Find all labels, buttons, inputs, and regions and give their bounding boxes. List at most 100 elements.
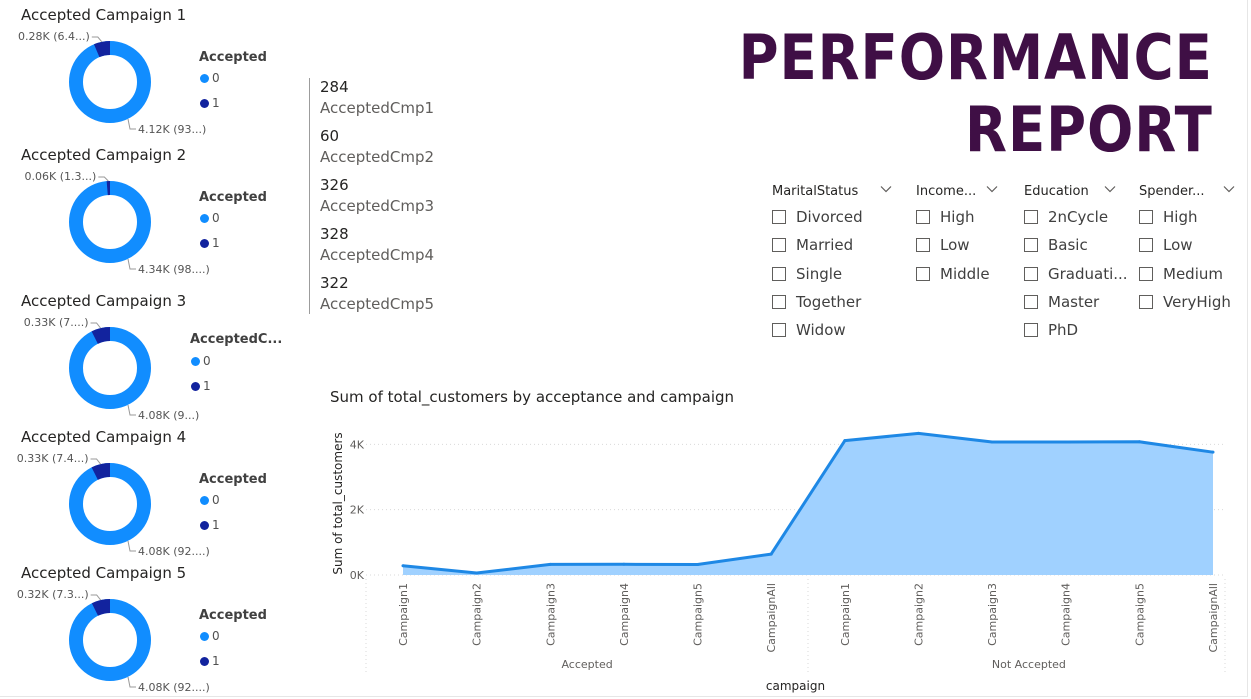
- chevron-down-icon[interactable]: [880, 183, 892, 199]
- checkbox[interactable]: [1024, 238, 1038, 253]
- legend-label: 0: [212, 71, 220, 85]
- slicer-education: Education 2nCycle Basic Graduati... Master Ph…: [1024, 184, 1128, 339]
- chevron-down-icon[interactable]: [1104, 183, 1116, 199]
- x-tick-label: Campaign4: [618, 583, 631, 646]
- x-tick-label: Campaign4: [1060, 583, 1073, 646]
- slicer-option[interactable]: Low: [1139, 236, 1193, 254]
- data-point: [1064, 440, 1068, 444]
- x-tick-label: Campaign2: [471, 583, 484, 646]
- legend-label: 1: [212, 96, 220, 110]
- data-point: [475, 571, 479, 575]
- kpi-card: 328 AcceptedCmp4: [320, 225, 434, 264]
- slicer-option[interactable]: VeryHigh: [1139, 293, 1231, 311]
- donut-slice-1: [93, 41, 111, 58]
- legend-marker: [200, 632, 209, 641]
- legend-item-0[interactable]: 0: [200, 493, 220, 507]
- x-tick-label: Campaign1: [397, 583, 410, 646]
- leader-line: [127, 404, 136, 416]
- checkbox[interactable]: [772, 323, 786, 338]
- legend-item-1[interactable]: 1: [200, 654, 220, 668]
- legend-item-1[interactable]: 1: [200, 518, 220, 532]
- checkbox[interactable]: [916, 210, 930, 224]
- area-chart[interactable]: 0K 2K 4K Campaign1 Campaign2 Campaign3 Campaig…: [320, 378, 1240, 698]
- checkbox[interactable]: [1024, 323, 1038, 338]
- legend-marker: [200, 496, 209, 505]
- slicer-header[interactable]: Income...: [916, 184, 998, 199]
- legend-marker: [200, 99, 209, 108]
- checkbox[interactable]: [772, 266, 786, 281]
- slicer-option[interactable]: Graduati...: [1024, 265, 1128, 283]
- checkbox[interactable]: [1139, 210, 1153, 224]
- chevron-down-icon[interactable]: [986, 183, 998, 199]
- y-tick-label: 4K: [350, 438, 365, 451]
- data-point: [401, 564, 405, 568]
- donut-card-3[interactable]: Accepted Campaign 3 0.33K (7....) 4.08K (9…: [0, 286, 300, 422]
- donut-card-1[interactable]: Accepted Campaign 1 0.28K (6.4...) 4.12K (…: [0, 0, 300, 136]
- leader-line: [127, 676, 136, 688]
- checkbox[interactable]: [1139, 266, 1153, 281]
- slicer-header[interactable]: Spender...: [1139, 184, 1235, 199]
- slicer-option[interactable]: Basic: [1024, 236, 1088, 254]
- checkbox[interactable]: [1024, 210, 1038, 224]
- slicer-option[interactable]: High: [1139, 208, 1197, 226]
- legend-item-0[interactable]: 0: [200, 211, 220, 225]
- checkbox[interactable]: [1024, 266, 1038, 281]
- slicer-option[interactable]: Divorced: [772, 208, 863, 226]
- donut-slice-1: [91, 599, 111, 616]
- x-group-label: Not Accepted: [992, 658, 1066, 671]
- chevron-down-icon[interactable]: [1223, 183, 1235, 199]
- legend-marker: [191, 382, 200, 391]
- data-label-accepted: 0.28K (6.4...): [18, 30, 90, 43]
- slicer-option[interactable]: High: [916, 208, 974, 226]
- y-axis-title: Sum of total_customers: [331, 432, 345, 574]
- legend-title: Accepted: [199, 472, 267, 487]
- legend-label: 0: [203, 354, 211, 368]
- donut-card-2[interactable]: Accepted Campaign 2 0.06K (1.3...) 4.34K (…: [0, 140, 300, 276]
- kpi-label: AcceptedCmp5: [320, 295, 435, 313]
- slicer-option[interactable]: Single: [772, 265, 842, 283]
- data-label-accepted: 0.06K (1.3...): [25, 170, 97, 183]
- slicer-option-label: Married: [796, 236, 854, 255]
- slicer-option[interactable]: Medium: [1139, 265, 1223, 283]
- checkbox[interactable]: [772, 294, 786, 309]
- x-tick-label: Campaign5: [692, 583, 705, 646]
- donut-card-5[interactable]: Accepted Campaign 5 0.32K (7.3...) 4.08K (…: [0, 558, 300, 694]
- legend-item-0[interactable]: 0: [200, 629, 220, 643]
- legend-label: 1: [212, 654, 220, 668]
- legend-item-0[interactable]: 0: [200, 71, 220, 85]
- checkbox[interactable]: [916, 266, 930, 281]
- donut-chart: 0.32K (7.3...) 4.08K (92....): [17, 588, 210, 694]
- legend-item-1[interactable]: 1: [200, 96, 220, 110]
- legend-item-1[interactable]: 1: [200, 236, 220, 250]
- checkbox[interactable]: [772, 210, 786, 224]
- slicer-option-label: PhD: [1048, 321, 1079, 340]
- slicer-option[interactable]: Married: [772, 236, 853, 254]
- data-label-not-accepted: 4.08K (92....): [138, 545, 210, 558]
- kpi-label: AcceptedCmp3: [320, 197, 435, 215]
- slicer-option[interactable]: Low: [916, 236, 970, 254]
- slicer-option[interactable]: PhD: [1024, 321, 1078, 339]
- donut-card-4[interactable]: Accepted Campaign 4 0.33K (7.4...) 4.08K (…: [0, 422, 300, 558]
- leader-line: [127, 540, 136, 552]
- checkbox[interactable]: [1024, 294, 1038, 309]
- slicer-option-label: Low: [1163, 236, 1193, 255]
- legend-title: Accepted: [199, 190, 267, 205]
- kpi-value: 326: [320, 176, 349, 194]
- checkbox[interactable]: [916, 238, 930, 253]
- slicer-option[interactable]: Middle: [916, 265, 990, 283]
- slicer-option[interactable]: Together: [772, 293, 861, 311]
- legend-item-0[interactable]: 0: [191, 354, 211, 368]
- slicer-option[interactable]: Widow: [772, 321, 846, 339]
- slicer-option[interactable]: Master: [1024, 293, 1099, 311]
- legend-item-1[interactable]: 1: [191, 379, 211, 393]
- kpi-value: 322: [320, 274, 349, 292]
- slicer-option[interactable]: 2nCycle: [1024, 208, 1108, 226]
- slicer-header[interactable]: Education: [1024, 184, 1116, 199]
- checkbox[interactable]: [772, 238, 786, 253]
- checkbox[interactable]: [1139, 294, 1153, 309]
- leader-line: [90, 322, 101, 329]
- leader-line: [90, 594, 102, 601]
- checkbox[interactable]: [1139, 238, 1153, 253]
- slicer-header[interactable]: MaritalStatus: [772, 184, 892, 199]
- kpi-card: 60 AcceptedCmp2: [320, 127, 434, 166]
